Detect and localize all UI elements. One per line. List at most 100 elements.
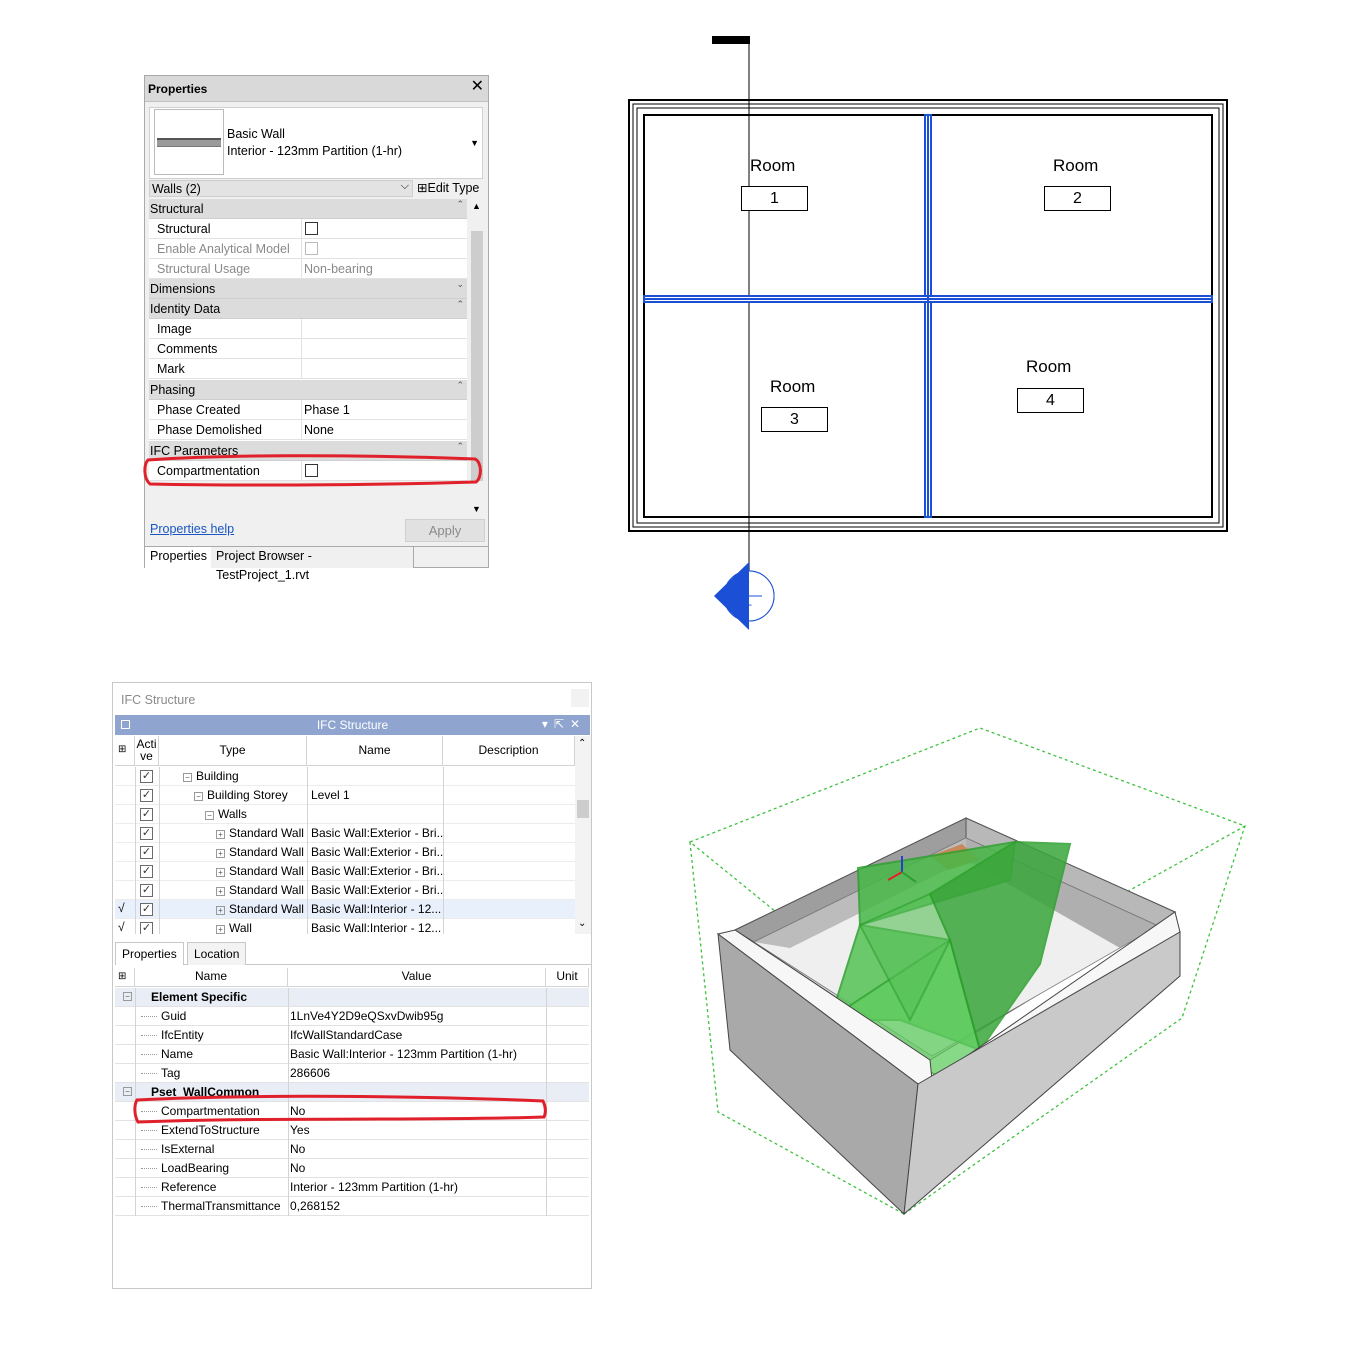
room-number-tag[interactable]: 3 xyxy=(761,407,828,432)
expand-icon[interactable]: + xyxy=(216,906,225,915)
property-tabs: Properties Location xyxy=(115,941,591,965)
grid-options-icon[interactable]: ⊞ xyxy=(115,736,135,766)
tree-row[interactable]: ✓ + Standard Wall Basic Wall:Exterior - Bri… xyxy=(115,843,575,862)
collapse-icon[interactable]: ⌃ xyxy=(456,299,464,310)
edit-type-button[interactable]: ⊞Edit Type xyxy=(417,180,479,195)
scroll-down-icon[interactable]: ▼ xyxy=(472,504,481,514)
close-icon[interactable] xyxy=(571,689,589,707)
ifc-structure-header-title: IFC Structure xyxy=(316,718,389,732)
include-checkbox[interactable]: ✓ xyxy=(140,846,153,859)
tree-row[interactable]: ✓ + Standard Wall Basic Wall:Exterior - Bri… xyxy=(115,862,575,881)
tree-row[interactable]: √ ✓ + Standard Wall Basic Wall:Interior - 12… xyxy=(115,900,575,919)
tree-row[interactable]: ✓ − Building Storey Level 1 xyxy=(115,786,575,805)
property-row[interactable]: Reference Interior - 123mm Partition (1-h… xyxy=(115,1178,589,1197)
tree-scrollbar[interactable]: ⌃ ⌄ xyxy=(575,736,591,934)
tree-row[interactable]: ✓ − Walls xyxy=(115,805,575,824)
collapse-icon[interactable]: − xyxy=(123,992,132,1001)
close-icon[interactable]: ✕ xyxy=(471,78,484,96)
grid-options-icon[interactable]: ⊞ xyxy=(115,968,135,987)
instance-filter-dropdown[interactable]: Walls (2) ⌵ xyxy=(149,180,413,197)
scrollbar-thumb[interactable] xyxy=(471,231,483,481)
category-dimensions[interactable]: Dimensions ⌄ xyxy=(149,279,467,299)
room-number-tag[interactable]: 4 xyxy=(1017,388,1084,413)
property-row[interactable]: Name Basic Wall:Interior - 123mm Partitio… xyxy=(115,1045,589,1064)
property-group-row[interactable]: − Pset_WallCommon xyxy=(115,1083,589,1102)
column-name[interactable]: Name xyxy=(307,736,443,766)
expand-icon[interactable]: + xyxy=(216,849,225,858)
tree-type-cell: + Standard Wall xyxy=(216,845,304,859)
properties-scrollbar[interactable]: ▲ ▼ xyxy=(468,199,485,516)
collapse-icon[interactable]: − xyxy=(183,773,192,782)
tab-properties[interactable]: Properties xyxy=(115,942,184,965)
property-name: IfcEntity xyxy=(161,1028,204,1042)
include-checkbox[interactable]: ✓ xyxy=(140,884,153,897)
structural-checkbox[interactable] xyxy=(305,222,318,235)
column-prop-unit[interactable]: Unit xyxy=(546,968,589,987)
category-structural[interactable]: Structural ⌃ xyxy=(149,199,467,219)
property-row[interactable]: Tag 286606 xyxy=(115,1064,589,1083)
property-row[interactable]: LoadBearing No xyxy=(115,1159,589,1178)
column-prop-value[interactable]: Value xyxy=(288,968,546,987)
scrollbar-thumb[interactable] xyxy=(577,800,589,818)
tree-type-label: Building xyxy=(196,769,239,783)
include-checkbox[interactable]: ✓ xyxy=(140,903,153,916)
include-checkbox[interactable]: ✓ xyxy=(140,808,153,821)
collapse-icon[interactable]: − xyxy=(123,1087,132,1096)
column-prop-name[interactable]: Name xyxy=(135,968,288,987)
tree-row[interactable]: ✓ + Standard Wall Basic Wall:Exterior - Bri… xyxy=(115,881,575,900)
room-number-tag[interactable]: 2 xyxy=(1044,186,1111,211)
collapse-icon[interactable]: ⌃ xyxy=(456,380,464,391)
expand-icon[interactable]: + xyxy=(216,830,225,839)
scroll-up-icon[interactable]: ⌃ xyxy=(578,738,586,749)
tree-name-cell: Basic Wall:Exterior - Bri... xyxy=(311,883,444,897)
expand-icon[interactable]: + xyxy=(216,887,225,896)
ifc-structure-header: IFC Structure ▾⇱✕ xyxy=(115,715,590,735)
include-checkbox[interactable]: ✓ xyxy=(140,770,153,783)
column-type[interactable]: Type xyxy=(159,736,307,766)
tree-type-cell: + Standard Wall xyxy=(216,902,304,916)
expand-icon[interactable]: + xyxy=(216,925,225,934)
tree-row[interactable]: ✓ + Standard Wall Basic Wall:Exterior - Bri… xyxy=(115,824,575,843)
compartmentation-checkbox[interactable] xyxy=(305,464,318,477)
type-selector[interactable]: Basic Wall Interior - 123mm Partition (1… xyxy=(149,107,483,179)
collapse-icon[interactable]: − xyxy=(194,792,203,801)
property-row[interactable]: ThermalTransmittance 0,268152 xyxy=(115,1197,589,1216)
collapse-icon[interactable]: − xyxy=(205,811,214,820)
tree-row[interactable]: ✓ − Building xyxy=(115,767,575,786)
property-value: 1LnVe4Y2D9eQSxvDwib95g xyxy=(290,1009,444,1023)
chevron-down-icon[interactable]: ▼ xyxy=(470,138,479,148)
category-identity-data[interactable]: Identity Data ⌃ xyxy=(149,299,467,319)
tree-row[interactable]: √ ✓ + Wall Basic Wall:Interior - 12... xyxy=(115,919,575,934)
property-row[interactable]: ExtendToStructure Yes xyxy=(115,1121,589,1140)
param-structural-usage: Structural Usage Non-bearing xyxy=(149,259,467,279)
column-active[interactable]: Acti ve xyxy=(135,736,159,766)
include-checkbox[interactable]: ✓ xyxy=(140,922,153,934)
include-checkbox[interactable]: ✓ xyxy=(140,827,153,840)
tab-location[interactable]: Location xyxy=(187,942,247,965)
apply-button[interactable]: Apply xyxy=(405,519,485,542)
tab-project-browser[interactable]: Project Browser - TestProject_1.rvt xyxy=(211,547,414,582)
scroll-up-icon[interactable]: ▲ xyxy=(472,201,481,211)
scroll-down-icon[interactable]: ⌄ xyxy=(578,918,586,929)
expand-icon[interactable]: + xyxy=(216,868,225,877)
column-description[interactable]: Description xyxy=(443,736,575,766)
property-name: IsExternal xyxy=(161,1142,215,1156)
property-row[interactable]: IfcEntity IfcWallStandardCase xyxy=(115,1026,589,1045)
include-checkbox[interactable]: ✓ xyxy=(140,789,153,802)
edit-type-label: Edit Type xyxy=(427,181,480,195)
tab-properties[interactable]: Properties xyxy=(145,547,213,568)
property-row[interactable]: Guid 1LnVe4Y2D9eQSxvDwib95g xyxy=(115,1007,589,1026)
panel-controls[interactable]: ▾⇱✕ xyxy=(542,717,586,731)
property-row[interactable]: Compartmentation No xyxy=(115,1102,589,1121)
room-number-tag[interactable]: 1 xyxy=(741,186,808,211)
property-row[interactable]: IsExternal No xyxy=(115,1140,589,1159)
category-phasing[interactable]: Phasing ⌃ xyxy=(149,380,467,400)
expand-icon[interactable]: ⌄ xyxy=(456,279,464,290)
properties-help-link[interactable]: Properties help xyxy=(150,522,234,536)
3d-model-drawing[interactable] xyxy=(680,720,1260,1230)
collapse-icon[interactable]: ⌃ xyxy=(456,441,464,452)
property-group-row[interactable]: − Element Specific xyxy=(115,988,589,1007)
category-ifc-parameters[interactable]: IFC Parameters ⌃ xyxy=(149,441,467,461)
collapse-icon[interactable]: ⌃ xyxy=(456,199,464,210)
include-checkbox[interactable]: ✓ xyxy=(140,865,153,878)
